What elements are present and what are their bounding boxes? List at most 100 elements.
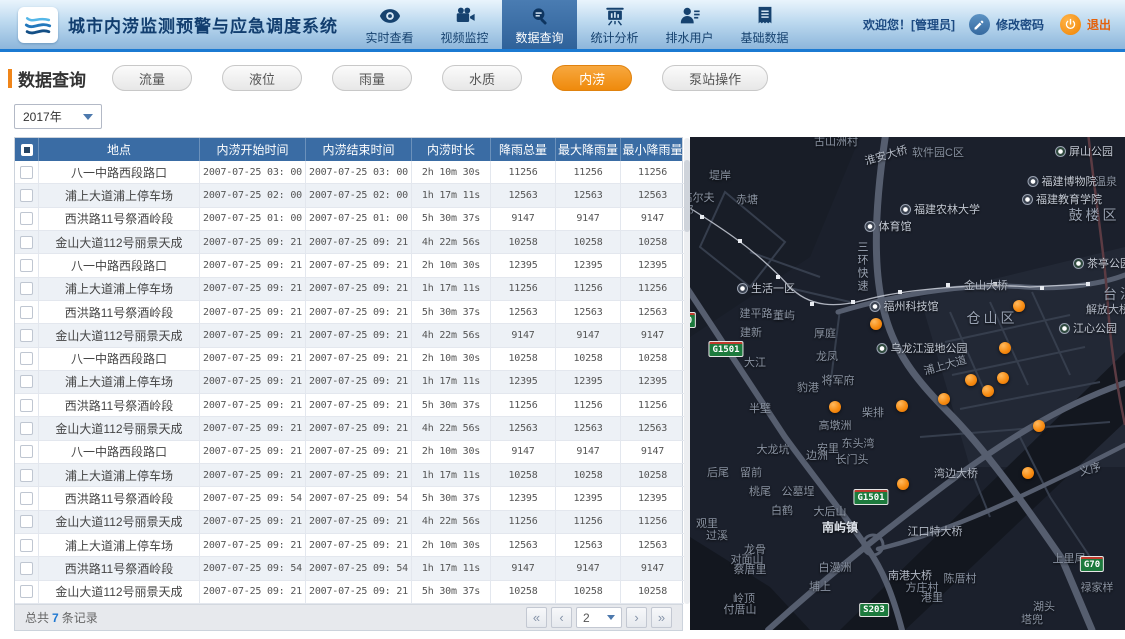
cell-value: 1h 17m 11s [412,370,491,395]
page-first-button[interactable]: « [526,607,547,628]
cell-value: 2007-07-25 01: 00 [306,207,412,231]
row-checkbox[interactable] [20,445,33,459]
flood-point-marker[interactable] [1013,300,1025,312]
row-checkbox[interactable] [20,561,33,575]
row-checkbox[interactable] [20,492,33,506]
cell-value: 9147 [621,208,684,231]
row-checkbox-cell [15,370,39,395]
cell-value: 9147 [491,324,556,348]
nav-item-chart[interactable]: 统计分析 [577,0,652,49]
cell-value: 2007-07-25 09: 54 [200,557,306,581]
map-label-text: 湾边大桥 [934,468,978,480]
poi-icon [1027,175,1039,187]
filter-pill-2[interactable]: 液位 [222,65,303,91]
flood-point-marker[interactable] [1022,467,1034,479]
page-next-button[interactable]: › [626,607,647,628]
flood-point-marker[interactable] [1033,420,1045,432]
table-row: 西洪路11号祭酒岭段 2007-07-25 09: 54 2007-07-25 09… [15,557,684,581]
table-row: 八一中路西段路口 2007-07-25 09: 21 2007-07-25 09: … [15,347,684,371]
filter-pill-4[interactable]: 水质 [442,65,523,91]
cell-value: 12563 [556,534,621,558]
map-label: 柴排 [862,404,884,420]
cell-value: 2h 10m 30s [412,347,491,371]
cell-value: 10258 [621,231,684,255]
flood-point-marker[interactable] [896,400,908,412]
cell-value: 11256 [621,394,684,418]
nav-item-doc[interactable]: 基础数据 [727,0,802,49]
row-checkbox[interactable] [20,398,33,412]
select-all-checkbox[interactable] [20,143,33,156]
row-checkbox-cell [15,300,39,325]
map-label-text: 留前 [740,467,762,479]
cell-value: 12563 [491,417,556,441]
map-label: 桃尾 [749,483,771,499]
row-checkbox[interactable] [20,188,33,202]
cell-value: 1h 17m 11s [412,184,491,208]
map-label-text: 边洲 [806,450,828,462]
flood-point-marker[interactable] [870,318,882,330]
poi-icon [900,203,911,215]
topbar: 城市内涝监测预警与应急调度系统 实时查看 视频监控 数据查询 统计分析 排水用户 基础数据… [0,0,1125,52]
filter-pill-3[interactable]: 雨量 [332,65,413,91]
nav-item-user[interactable]: 排水用户 [652,0,727,49]
nav-item-video[interactable]: 视频监控 [427,0,502,49]
page-select[interactable]: 2 [576,607,622,628]
nav-item-eye[interactable]: 实时查看 [352,0,427,49]
page-last-button[interactable]: » [651,607,672,628]
nav-item-label: 统计分析 [590,31,639,45]
flood-point-marker[interactable] [829,401,841,413]
flood-point-marker[interactable] [897,478,909,490]
filter-pill-5[interactable]: 内涝 [552,65,633,91]
nav-item-search[interactable]: 数据查询 [502,0,577,49]
flood-point-marker[interactable] [999,342,1011,354]
row-checkbox[interactable] [20,235,33,249]
flood-point-marker[interactable] [982,385,994,397]
map-label-text: 大龙坑 [756,444,790,456]
cell-value: 5h 30m 37s [412,300,491,325]
row-checkbox[interactable] [20,258,33,272]
row-checkbox[interactable] [20,305,33,319]
cell-value: 11256 [491,510,556,534]
column-header-4: 内涝时长 [412,138,491,161]
flood-point-marker[interactable] [965,374,977,386]
row-checkbox[interactable] [20,375,33,389]
row-checkbox[interactable] [20,282,33,296]
user-area: 欢迎您！[管理员] 修改密码 退出 [863,14,1111,35]
logout-button[interactable] [1059,14,1081,35]
row-checkbox[interactable] [20,352,33,366]
logout-link[interactable]: 退出 [1087,16,1111,33]
filter-pill-1[interactable]: 流量 [112,65,193,91]
map-label-text: 陈厝村 [943,573,977,585]
pencil-icon [974,20,984,29]
cell-value: 2007-07-25 09: 21 [200,464,306,488]
row-checkbox[interactable] [20,422,33,436]
map-label-text: 董屿 [773,310,795,322]
cell-value: 2007-07-25 09: 21 [306,417,412,441]
row-checkbox[interactable] [20,538,33,552]
row-checkbox[interactable] [20,165,33,179]
map-label: 过溪 [706,527,728,543]
cell-value: 2007-07-25 09: 21 [306,300,412,325]
row-checkbox[interactable] [20,212,33,226]
cell-value: 11256 [621,161,684,185]
filter-pill-6[interactable]: 泵站操作 [662,65,769,91]
flood-point-marker[interactable] [938,393,950,405]
cell-value: 4h 22m 56s [412,324,491,348]
change-password-link[interactable]: 修改密码 [996,16,1044,33]
cell-value: 11256 [556,394,621,418]
row-checkbox[interactable] [20,328,33,342]
row-checkbox[interactable] [20,585,33,599]
page-prev-button[interactable]: ‹ [551,607,572,628]
cell-location: 金山大道112号丽景天成 [39,510,200,534]
flood-point-marker[interactable] [997,372,1009,384]
cell-value: 2007-07-25 09: 21 [306,370,412,395]
change-password-button[interactable] [968,14,990,35]
year-select[interactable]: 2017年 [14,104,102,129]
row-checkbox[interactable] [20,468,33,482]
cell-value: 4h 22m 56s [412,230,491,255]
map-label: 部 [690,202,694,218]
map-label-text: 龙凤 [816,351,838,363]
row-checkbox[interactable] [20,515,33,529]
table-row: 金山大道112号丽景天成 2007-07-25 09: 21 2007-07-25 … [15,230,684,255]
map-panel[interactable]: 古山洲村淮安大桥软件园C区屏山公园堤岸福建博物院温泉高尔夫部赤塘福建教育学院鼓楼… [690,137,1125,630]
